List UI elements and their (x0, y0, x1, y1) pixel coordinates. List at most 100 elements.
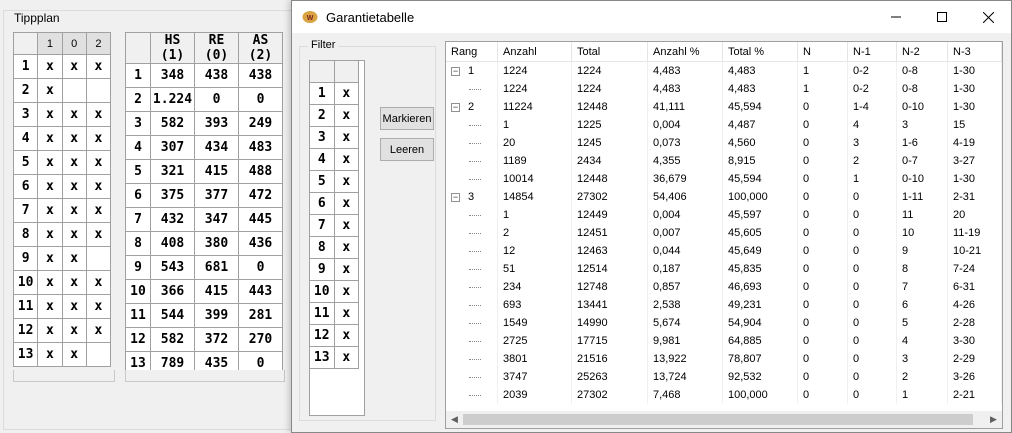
title-bar[interactable]: W Garantietabelle (292, 1, 1011, 33)
stats-cell[interactable]: 544 (150, 303, 195, 328)
row-number[interactable]: 6 (12, 174, 39, 199)
tipp-cell[interactable]: x (37, 54, 63, 79)
row-number[interactable]: 1 (125, 63, 151, 88)
stats-cell[interactable]: 270 (238, 327, 283, 352)
tree-child-row[interactable]: 1224 1224 4,483 4,483 1 0-2 0-8 1-30 (446, 80, 1002, 98)
stats-cell[interactable]: 438 (238, 63, 283, 88)
tipp-grid-scrollbar[interactable] (13, 370, 115, 382)
tipp-cell[interactable]: x (37, 342, 63, 367)
tipp-cell[interactable] (85, 78, 112, 103)
tipp-cell[interactable]: x (37, 222, 63, 247)
tipp-cell[interactable]: x (61, 222, 87, 247)
column-header[interactable]: Total % (723, 42, 798, 61)
filter-cell[interactable]: x (333, 214, 359, 237)
stats-cell[interactable]: 408 (150, 231, 195, 256)
stats-cell[interactable]: 438 (194, 63, 239, 88)
stats-cell[interactable]: 582 (150, 111, 195, 136)
filter-grid[interactable]: 1 x 2 x 3 x 4 x 5 x 6 x 7 x 8 x 9 x 10 x 11 x 12 x 13 x (309, 60, 359, 369)
tree-child-row[interactable]: 3747 25263 13,724 92,532 0 0 2 3-26 (446, 368, 1002, 386)
tipp-cell[interactable] (85, 342, 112, 367)
row-number[interactable]: 10 (125, 279, 151, 304)
row-number[interactable]: 13 (12, 342, 39, 367)
row-number[interactable]: 13 (309, 346, 335, 369)
filter-cell[interactable]: x (333, 346, 359, 369)
stats-cell[interactable]: 443 (238, 279, 283, 304)
tipp-cell[interactable]: x (61, 342, 87, 367)
row-number[interactable]: 10 (309, 280, 335, 303)
tipp-cell[interactable]: x (37, 318, 63, 343)
horizontal-scrollbar[interactable]: ◀ ▶ (446, 411, 1002, 428)
tipp-cell[interactable]: x (85, 126, 112, 151)
tipp-cell[interactable]: x (61, 198, 87, 223)
row-number[interactable]: 11 (125, 303, 151, 328)
stats-cell[interactable]: 483 (238, 135, 283, 160)
guarantee-tree-table[interactable]: Rang Anzahl Total Anzahl % Total % N N-1 N-2 N-3… (445, 41, 1003, 429)
stats-cell[interactable]: 377 (194, 183, 239, 208)
tipp-cell[interactable]: x (37, 78, 63, 103)
row-number[interactable]: 6 (125, 183, 151, 208)
clear-button[interactable]: Leeren (380, 138, 434, 161)
stats-cell[interactable]: 488 (238, 159, 283, 184)
tree-child-row[interactable]: 51 12514 0,187 45,835 0 0 8 7-24 (446, 260, 1002, 278)
stats-cell[interactable]: 375 (150, 183, 195, 208)
row-number[interactable]: 6 (309, 192, 335, 215)
column-header[interactable]: N-2 (897, 42, 948, 61)
column-header[interactable]: Anzahl (498, 42, 572, 61)
tipp-cell[interactable]: x (37, 270, 63, 295)
tree-child-row[interactable]: 1 12449 0,004 45,597 0 0 11 20 (446, 206, 1002, 224)
tipp-cell[interactable]: x (85, 318, 112, 343)
tipp-cell[interactable]: x (37, 174, 63, 199)
tree-child-row[interactable]: 234 12748 0,857 46,693 0 0 7 6-31 (446, 278, 1002, 296)
filter-cell[interactable]: x (333, 192, 359, 215)
row-number[interactable]: 9 (125, 255, 151, 280)
row-number[interactable]: 7 (309, 214, 335, 237)
filter-cell[interactable]: x (333, 236, 359, 259)
mark-button[interactable]: Markieren (380, 107, 434, 130)
tipp-cell[interactable]: x (85, 174, 112, 199)
row-number[interactable]: 3 (125, 111, 151, 136)
scroll-track[interactable] (463, 412, 985, 427)
tree-child-row[interactable]: 12 12463 0,044 45,649 0 0 9 10-21 (446, 242, 1002, 260)
row-number[interactable]: 12 (309, 324, 335, 347)
stats-cell[interactable]: 543 (150, 255, 195, 280)
stats-grid-scrollbar[interactable] (125, 370, 285, 382)
filter-cell[interactable]: x (333, 104, 359, 127)
tipp-cell[interactable]: x (37, 150, 63, 175)
column-header[interactable]: N-3 (948, 42, 1002, 61)
row-number[interactable]: 5 (125, 159, 151, 184)
stats-cell[interactable]: 432 (150, 207, 195, 232)
tree-child-row[interactable]: 693 13441 2,538 49,231 0 0 6 4-26 (446, 296, 1002, 314)
row-number[interactable]: 11 (309, 302, 335, 325)
tree-group-row[interactable]: −1 1224 1224 4,483 4,483 1 0-2 0-8 1-30 (446, 62, 1002, 80)
stats-column-header[interactable]: RE (0) (194, 32, 239, 64)
row-number[interactable]: 2 (12, 78, 39, 103)
tipp-cell[interactable]: x (61, 318, 87, 343)
scroll-thumb[interactable] (463, 414, 973, 425)
scroll-right-icon[interactable]: ▶ (985, 414, 1002, 425)
tree-child-row[interactable]: 1549 14990 5,674 54,904 0 0 5 2-28 (446, 314, 1002, 332)
stats-cell[interactable]: 434 (194, 135, 239, 160)
filter-cell[interactable]: x (333, 280, 359, 303)
tipp-cell[interactable]: x (61, 246, 87, 271)
filter-cell[interactable]: x (333, 324, 359, 347)
stats-cell[interactable]: 415 (194, 159, 239, 184)
tipp-cell[interactable]: x (61, 150, 87, 175)
maximize-button[interactable] (919, 1, 965, 33)
tree-child-row[interactable]: 1189 2434 4,355 8,915 0 2 0-7 3-27 (446, 152, 1002, 170)
minimize-button[interactable] (873, 1, 919, 33)
tipp-cell[interactable]: x (85, 102, 112, 127)
tree-child-row[interactable]: 10014 12448 36,679 45,594 0 1 0-10 1-30 (446, 170, 1002, 188)
scroll-left-icon[interactable]: ◀ (446, 414, 463, 425)
tipp-cell[interactable]: x (85, 54, 112, 79)
stats-cell[interactable]: 436 (238, 231, 283, 256)
column-header[interactable]: N (798, 42, 848, 61)
column-header[interactable]: Total (572, 42, 648, 61)
tipp-column-header[interactable]: 1 (37, 32, 63, 55)
tree-child-row[interactable]: 1 1225 0,004 4,487 0 4 3 15 (446, 116, 1002, 134)
row-number[interactable]: 12 (12, 318, 39, 343)
tipp-cell[interactable]: x (85, 294, 112, 319)
collapse-icon[interactable]: − (451, 103, 460, 112)
tree-child-row[interactable]: 2 12451 0,007 45,605 0 0 10 11-19 (446, 224, 1002, 242)
row-number[interactable]: 5 (309, 170, 335, 193)
collapse-icon[interactable]: − (451, 67, 460, 76)
